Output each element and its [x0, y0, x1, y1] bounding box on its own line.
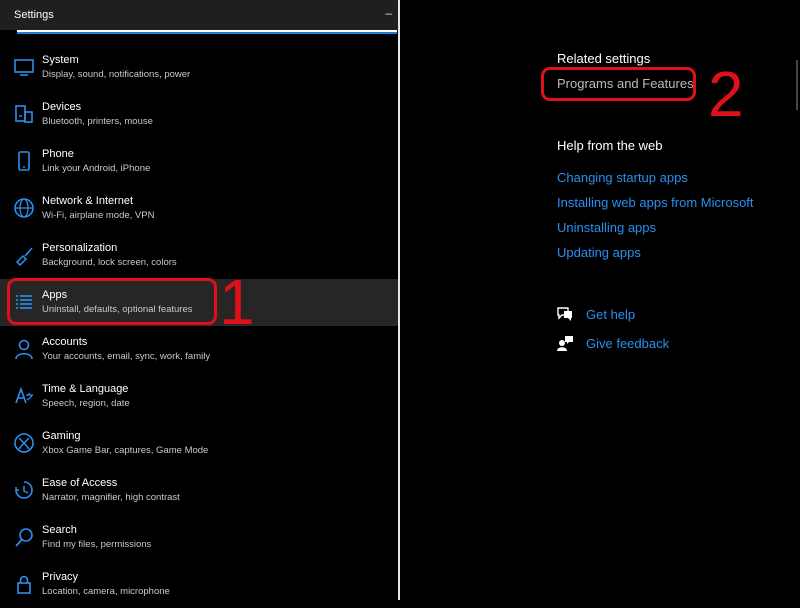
monitor-icon [13, 56, 35, 78]
web-link-startup-apps[interactable]: Changing startup apps [557, 170, 688, 185]
nav-label: Accounts [42, 336, 88, 348]
web-link-update-apps[interactable]: Updating apps [557, 245, 641, 260]
phone-icon [13, 150, 35, 172]
minimize-button[interactable]: – [385, 6, 392, 20]
callout-box-apps [7, 278, 217, 325]
nav-label: Network & Internet [42, 195, 134, 207]
nav-item-accounts[interactable]: Accounts Your accounts, email, sync, wor… [0, 326, 398, 373]
nav-description: Wi-Fi, airplane mode, VPN [42, 210, 155, 221]
search-input[interactable] [17, 30, 397, 34]
nav-description: Speech, region, date [42, 398, 130, 409]
callout-box-programs [541, 67, 696, 101]
web-link-install-web-apps[interactable]: Installing web apps from Microsoft [557, 195, 754, 210]
nav-label: Gaming [42, 430, 81, 442]
get-help-icon [556, 305, 574, 323]
nav-description: Bluetooth, printers, mouse [42, 116, 153, 127]
search-icon [13, 526, 35, 548]
nav-item-gaming[interactable]: Gaming Xbox Game Bar, captures, Game Mod… [0, 420, 398, 467]
web-link-uninstall-apps[interactable]: Uninstalling apps [557, 220, 656, 235]
nav-label: Phone [42, 148, 74, 160]
nav-label: System [42, 54, 79, 66]
nav-label: Privacy [42, 571, 79, 583]
help-from-web-heading: Help from the web [557, 138, 663, 153]
nav-description: Location, camera, microphone [42, 586, 170, 597]
nav-item-search[interactable]: Search Find my files, permissions [0, 514, 398, 561]
nav-label: Devices [42, 101, 82, 113]
lock-icon [13, 573, 35, 595]
nav-item-phone[interactable]: Phone Link your Android, iPhone [0, 138, 398, 185]
ease-of-access-icon [13, 479, 35, 501]
language-icon [13, 385, 35, 407]
nav-item-time-language[interactable]: Time & Language Speech, region, date [0, 373, 398, 420]
nav-description: Your accounts, email, sync, work, family [42, 351, 211, 362]
nav-description: Link your Android, iPhone [42, 163, 151, 174]
paint-brush-icon [13, 244, 35, 266]
window-title: Settings [14, 9, 54, 21]
get-help-link[interactable]: Get help [586, 307, 635, 322]
scrollbar[interactable] [796, 60, 798, 110]
nav-label: Time & Language [42, 383, 129, 395]
title-bar: Settings – [0, 0, 398, 30]
nav-label: Search [42, 524, 77, 536]
nav-item-network[interactable]: Network & Internet Wi-Fi, airplane mode,… [0, 185, 398, 232]
nav-item-personalization[interactable]: Personalization Background, lock screen,… [0, 232, 398, 279]
give-feedback-link[interactable]: Give feedback [586, 336, 669, 351]
nav-description: Display, sound, notifications, power [42, 69, 191, 80]
devices-icon [13, 103, 35, 125]
person-icon [13, 338, 35, 360]
nav-item-privacy[interactable]: Privacy Location, camera, microphone [0, 561, 398, 608]
callout-number-2: 2 [708, 58, 744, 130]
callout-number-1: 1 [219, 266, 255, 338]
nav-item-devices[interactable]: Devices Bluetooth, printers, mouse [0, 91, 398, 138]
give-feedback-icon [556, 334, 574, 352]
nav-description: Narrator, magnifier, high contrast [42, 492, 180, 503]
globe-icon [13, 197, 35, 219]
nav-label: Personalization [42, 242, 118, 254]
nav-item-ease-of-access[interactable]: Ease of Access Narrator, magnifier, high… [0, 467, 398, 514]
xbox-icon [13, 432, 35, 454]
nav-label: Ease of Access [42, 477, 118, 489]
nav-item-system[interactable]: System Display, sound, notifications, po… [0, 44, 398, 91]
nav-description: Xbox Game Bar, captures, Game Mode [42, 445, 209, 456]
nav-description: Background, lock screen, colors [42, 257, 177, 268]
nav-description: Find my files, permissions [42, 539, 152, 550]
related-settings-heading: Related settings [557, 51, 651, 66]
